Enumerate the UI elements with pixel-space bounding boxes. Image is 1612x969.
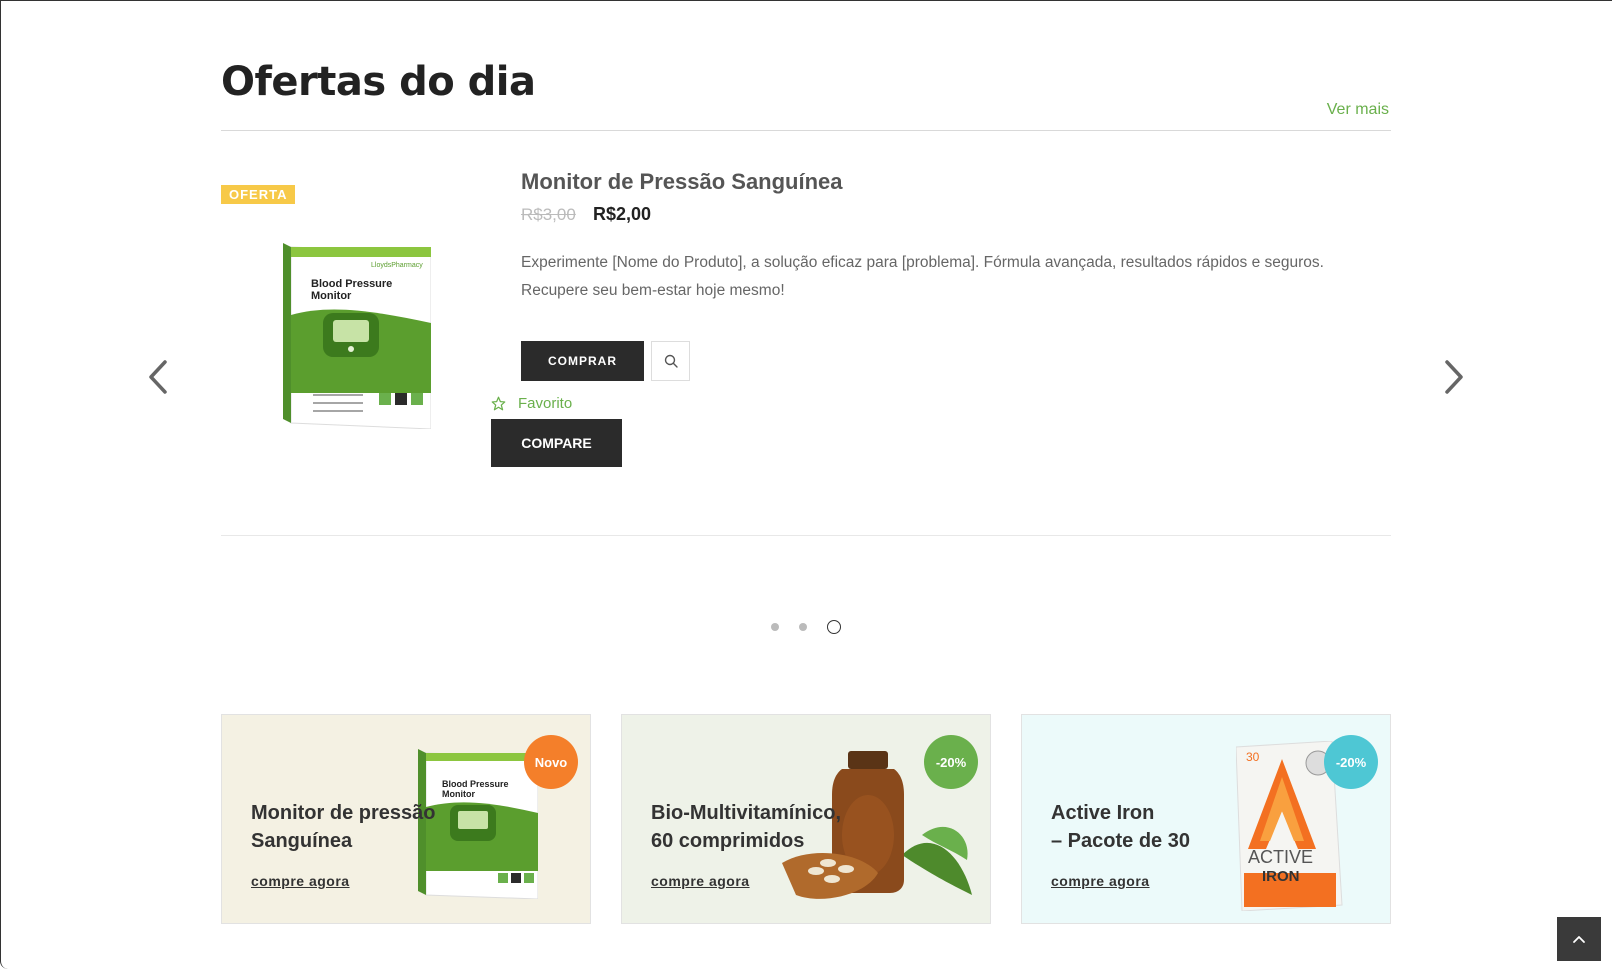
box-word2: IRON — [1262, 868, 1300, 885]
card-title: Active Iron – Pacote de 30 — [1051, 799, 1190, 855]
chevron-left-icon — [149, 360, 167, 394]
carousel-prev-button[interactable] — [143, 355, 173, 399]
box-title-line1: Blood Pressure — [311, 278, 392, 290]
compre-agora-link[interactable]: compre agora — [651, 873, 750, 889]
card-title-line2: 60 comprimidos — [651, 830, 805, 852]
card-title-line1: Monitor de pressão — [251, 802, 436, 824]
card-badge: Novo — [524, 735, 578, 789]
box-title-line2: Monitor — [442, 789, 475, 799]
box-word1: ACTIVE — [1248, 847, 1313, 867]
card-title-line2: Sanguínea — [251, 830, 353, 852]
carousel-dot-2[interactable] — [799, 623, 807, 631]
search-icon — [664, 354, 678, 368]
card-title: Monitor de pressão Sanguínea — [251, 799, 435, 855]
product-name[interactable]: Monitor de Pressão Sanguínea — [521, 169, 843, 195]
product-image[interactable]: LloydsPharmacy Blood Pressure Monitor — [283, 243, 432, 430]
product-description: Experimente [Nome do Produto], a solução… — [521, 254, 1324, 299]
promo-card-monitor[interactable]: Blood Pressure Monitor Novo Monitor de p… — [221, 714, 591, 924]
compre-agora-link[interactable]: compre agora — [1051, 873, 1150, 889]
card-title-line2: – Pacote de 30 — [1051, 830, 1190, 852]
box-title-line2: Monitor — [311, 290, 352, 302]
price-old: R$3,00 — [521, 205, 576, 224]
card-title: Bio-Multivitamínico, 60 comprimidos — [651, 799, 841, 855]
carousel-dot-3[interactable] — [827, 620, 841, 634]
ver-mais-link[interactable]: Ver mais — [1327, 101, 1389, 119]
favorite-button[interactable]: Favorito — [491, 395, 572, 412]
oferta-badge: OFERTA — [221, 185, 296, 204]
title-divider — [221, 130, 1391, 131]
chevron-up-icon — [1573, 936, 1585, 943]
compare-button[interactable]: COMPARE — [491, 419, 622, 467]
section-title: Ofertas do dia — [221, 59, 536, 105]
monitor-box-image: Blood Pressure Monitor — [418, 749, 539, 903]
quick-view-button[interactable] — [651, 341, 690, 381]
card-title-line1: Active Iron — [1051, 802, 1155, 824]
compre-agora-link[interactable]: compre agora — [251, 873, 350, 889]
carousel-dots — [771, 620, 841, 634]
chevron-right-icon — [1445, 360, 1463, 394]
box-number: 30 — [1246, 750, 1260, 764]
carousel-divider — [221, 535, 1391, 536]
promo-card-multivitaminico[interactable]: -20% Bio-Multivitamínico, 60 comprimidos… — [621, 714, 991, 924]
page-frame: Ofertas do dia Ver mais OFERTA LloydsPha… — [0, 0, 1612, 969]
box-brand: LloydsPharmacy — [371, 262, 423, 269]
card-badge: -20% — [924, 735, 978, 789]
price-new: R$2,00 — [593, 204, 652, 224]
carousel-next-button[interactable] — [1439, 355, 1469, 399]
star-outline-icon — [491, 396, 506, 411]
box-title-line1: Blood Pressure — [442, 779, 509, 789]
card-badge: -20% — [1324, 735, 1378, 789]
favorite-label: Favorito — [518, 395, 573, 412]
back-to-top-button[interactable] — [1557, 917, 1601, 961]
comprar-button[interactable]: COMPRAR — [521, 341, 644, 381]
promo-card-active-iron[interactable]: 30 ACTIVE IRON -20% Active Iron – Pacote… — [1021, 714, 1391, 924]
card-title-line1: Bio-Multivitamínico, — [651, 802, 841, 824]
carousel-dot-1[interactable] — [771, 623, 779, 631]
